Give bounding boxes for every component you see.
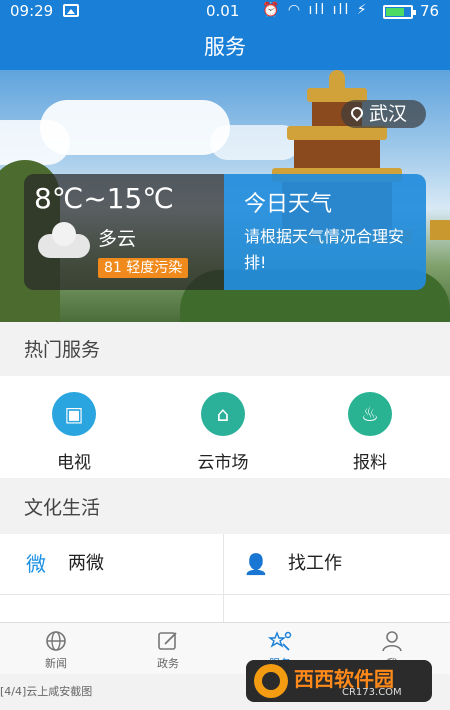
net-speed: 0.01 bbox=[206, 2, 240, 20]
service-report[interactable]: ♨ 报料 bbox=[310, 392, 430, 473]
today-weather-message: 请根据天气情况合理安排! bbox=[244, 227, 405, 272]
signal-icons: ⏰ ◠ ıll ıll ⚡ bbox=[262, 2, 369, 18]
user-icon bbox=[382, 631, 402, 652]
tab-news[interactable]: 新闻 bbox=[0, 623, 112, 675]
battery-level: 76 bbox=[420, 2, 440, 20]
watermark-logo-icon bbox=[254, 664, 288, 698]
service-market[interactable]: ⌂ 云市场 bbox=[163, 392, 283, 473]
service-label: 云市场 bbox=[197, 453, 249, 473]
location-selector[interactable]: 武汉 bbox=[341, 100, 426, 128]
culture-item-label: 两微 bbox=[68, 553, 104, 574]
tab-label: 政务 bbox=[157, 657, 179, 670]
tv-icon: ▣ bbox=[52, 392, 96, 436]
site-watermark: 西西软件园 CR173.COM bbox=[246, 660, 432, 702]
cloudy-icon bbox=[38, 222, 90, 258]
weather-condition: 多云 bbox=[98, 228, 137, 250]
tab-label: 新闻 bbox=[45, 657, 67, 670]
globe-icon bbox=[46, 631, 66, 651]
roof-shape bbox=[430, 220, 450, 240]
today-weather-title: 今日天气 bbox=[244, 192, 333, 217]
service-label: 报料 bbox=[353, 453, 387, 473]
culture-item-liangwei[interactable]: 微 两微 bbox=[22, 544, 212, 584]
culture-panel: 微 两微 👤 找工作 bbox=[0, 534, 450, 626]
location-pin-icon bbox=[348, 104, 366, 122]
culture-header: 文化生活 bbox=[0, 482, 450, 534]
weather-card[interactable]: 8℃~15℃ 多云 81 轻度污染 bbox=[24, 174, 224, 290]
hot-services-header: 热门服务 bbox=[0, 324, 450, 376]
service-label: 电视 bbox=[57, 453, 91, 473]
temperature-range: 8℃~15℃ bbox=[34, 182, 174, 215]
image-notification-icon bbox=[63, 4, 79, 17]
today-weather-card[interactable]: 今日天气 请根据天气情况合理安排! bbox=[224, 174, 426, 290]
hot-services-panel: ▣ 电视 ⌂ 云市场 ♨ 报料 bbox=[0, 376, 450, 478]
page-title: 服务 bbox=[0, 24, 450, 70]
service-tv[interactable]: ▣ 电视 bbox=[14, 392, 134, 473]
status-bar: 09:29 0.01 ⏰ ◠ ıll ıll ⚡ 76 bbox=[0, 0, 450, 24]
screenshot-caption: [4/4]云上咸安截图 bbox=[0, 685, 93, 698]
edit-icon bbox=[158, 632, 177, 650]
sky-cloud bbox=[0, 120, 70, 165]
aqi-badge: 81 轻度污染 bbox=[98, 258, 189, 278]
market-icon: ⌂ bbox=[201, 392, 245, 436]
location-name: 武汉 bbox=[369, 103, 408, 125]
star-tools-icon bbox=[268, 631, 292, 651]
status-time: 09:29 bbox=[10, 2, 54, 20]
battery-icon bbox=[383, 5, 416, 19]
weibo-plus-icon: 微 bbox=[26, 552, 46, 576]
watermark-subtext: CR173.COM bbox=[342, 687, 402, 698]
culture-item-label: 找工作 bbox=[288, 553, 342, 574]
tab-government[interactable]: 政务 bbox=[112, 623, 224, 675]
app-screen: 09:29 0.01 ⏰ ◠ ıll ıll ⚡ 76 服务 武汉 8℃~15℃… bbox=[0, 0, 450, 710]
person-icon: 👤 bbox=[243, 552, 269, 576]
culture-item-jobs[interactable]: 👤 找工作 bbox=[242, 544, 432, 584]
fire-icon: ♨ bbox=[348, 392, 392, 436]
